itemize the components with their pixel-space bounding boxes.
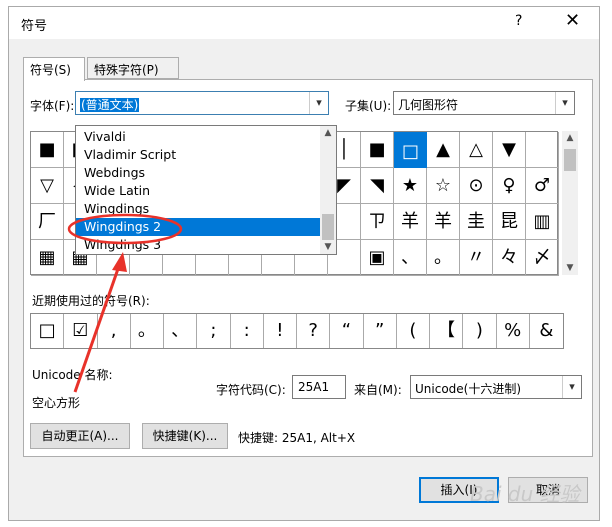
title-bar: 符号 ? ✕ xyxy=(9,7,599,39)
symbol-cell[interactable]: ▦ xyxy=(31,240,64,276)
shortcut-text: 快捷键: 25A1, Alt+X xyxy=(238,431,356,445)
font-option[interactable]: Webdings xyxy=(84,164,145,182)
symbol-cell[interactable]: 厂 xyxy=(31,204,64,240)
symbol-cell[interactable] xyxy=(526,132,559,168)
char-code-label: 字符代码(C): xyxy=(216,383,286,397)
recent-symbol[interactable]: ; xyxy=(197,314,231,348)
font-option[interactable]: Wingdings 3 xyxy=(84,236,161,254)
scroll-thumb[interactable] xyxy=(564,149,576,171)
symbol-cell[interactable]: 羊 xyxy=(394,204,427,240)
autocorrect-button[interactable]: 自动更正(A)... xyxy=(30,423,130,449)
help-button[interactable]: ? xyxy=(515,13,522,29)
subset-select[interactable]: 几何图形符 ▾ xyxy=(393,91,575,115)
scroll-thumb[interactable] xyxy=(322,214,334,240)
symbol-cell[interactable]: ☆ xyxy=(427,168,460,204)
shortcut-key-button[interactable]: 快捷键(K)... xyxy=(142,423,228,449)
recent-symbol[interactable]: 、 xyxy=(164,314,198,348)
symbol-cell[interactable]: 。 xyxy=(427,240,460,276)
recent-symbol[interactable]: ” xyxy=(364,314,397,348)
symbol-cell[interactable]: 、 xyxy=(394,240,427,276)
symbol-cell[interactable]: ▽ xyxy=(31,168,64,204)
recent-symbols-label: 近期使用过的符号(R): xyxy=(32,294,150,308)
symbol-cell[interactable]: ▲ xyxy=(427,132,460,168)
symbol-cell[interactable]: ♀ xyxy=(493,168,526,204)
dialog-title: 符号 xyxy=(21,19,48,34)
symbol-grid-scrollbar[interactable]: ▲ ▼ xyxy=(562,131,578,275)
from-select[interactable]: Unicode(十六进制) ▾ xyxy=(410,375,582,399)
recent-symbol[interactable]: ☑ xyxy=(64,314,98,348)
symbol-cell[interactable]: 羊 xyxy=(427,204,460,240)
char-code-input[interactable]: 25A1 xyxy=(292,375,346,399)
symbol-cell[interactable]: 圭 xyxy=(460,204,493,240)
font-option[interactable]: Wide Latin xyxy=(84,182,150,200)
recent-symbol[interactable]: □ xyxy=(31,314,65,348)
symbol-cell[interactable]: ■ xyxy=(31,132,64,168)
symbol-cell[interactable]: ▼ xyxy=(493,132,526,168)
tab-special-characters[interactable]: 特殊字符(P) xyxy=(87,57,179,79)
recent-symbol[interactable]: 【 xyxy=(430,314,464,348)
symbol-cell[interactable]: ♂ xyxy=(526,168,559,204)
recent-symbols: □ ☑,。、;:!? “”(【)% & xyxy=(30,313,564,349)
symbol-cell[interactable]: 々 xyxy=(493,240,526,276)
from-value: Unicode(十六进制) xyxy=(415,382,522,396)
symbol-cell[interactable]: △ xyxy=(460,132,493,168)
subset-label: 子集(U): xyxy=(345,99,392,113)
chevron-down-icon[interactable]: ▾ xyxy=(562,376,581,398)
chevron-down-icon[interactable]: ▾ xyxy=(555,92,574,114)
symbol-cell[interactable]: ■ xyxy=(361,132,394,168)
symbol-cell[interactable]: 昆 xyxy=(493,204,526,240)
font-value: (普通文本) xyxy=(80,98,140,112)
tab-symbols[interactable]: 符号(S) xyxy=(23,57,85,81)
recent-symbol[interactable]: 。 xyxy=(131,314,164,348)
symbol-cell[interactable]: ㄗ xyxy=(361,204,394,240)
symbol-cell[interactable]: ⊙ xyxy=(460,168,493,204)
recent-symbol[interactable]: : xyxy=(231,314,264,348)
font-option[interactable]: Wingdings 2 xyxy=(76,218,320,236)
font-select[interactable]: (普通文本) ▾ xyxy=(75,91,329,115)
recent-symbol[interactable]: % xyxy=(497,314,530,348)
unicode-name-value: 空心方形 xyxy=(32,396,81,410)
subset-value: 几何图形符 xyxy=(398,98,459,112)
scroll-up-icon[interactable]: ▲ xyxy=(562,131,578,145)
symbol-cell[interactable]: 〃 xyxy=(460,240,493,276)
chevron-down-icon[interactable]: ▾ xyxy=(309,92,328,114)
unicode-name-label: Unicode 名称: xyxy=(32,368,113,382)
scroll-down-icon[interactable]: ▼ xyxy=(320,240,336,254)
symbol-cell[interactable]: ▥ xyxy=(526,204,559,240)
scroll-down-icon[interactable]: ▼ xyxy=(562,261,578,275)
close-button[interactable]: ✕ xyxy=(565,10,580,31)
symbol-cell[interactable]: □ xyxy=(394,132,427,168)
symbol-cell[interactable]: 〆 xyxy=(526,240,559,276)
recent-symbol[interactable]: ! xyxy=(264,314,297,348)
font-option[interactable]: Vladimir Script xyxy=(84,146,176,164)
symbol-cell[interactable]: ★ xyxy=(394,168,427,204)
recent-symbol[interactable]: & xyxy=(530,314,563,348)
scroll-up-icon[interactable]: ▲ xyxy=(320,126,336,140)
symbol-cell[interactable]: ▣ xyxy=(361,240,394,276)
font-dropdown-list: ▲ ▼ Vivaldi Vladimir Script Webdings Wide L… xyxy=(75,125,337,255)
watermark: Bai du 经验 xyxy=(470,482,580,506)
font-option[interactable]: Vivaldi xyxy=(84,128,126,146)
recent-symbol[interactable]: ( xyxy=(397,314,430,348)
font-label: 字体(F): xyxy=(30,99,75,113)
from-label: 来自(M): xyxy=(354,383,402,397)
font-option[interactable]: Wingdings xyxy=(84,200,149,218)
symbol-cell[interactable]: ◥ xyxy=(361,168,394,204)
dropdown-scrollbar[interactable]: ▲ ▼ xyxy=(320,126,336,254)
recent-symbol[interactable]: “ xyxy=(330,314,364,348)
recent-symbol[interactable]: ? xyxy=(297,314,331,348)
recent-symbol[interactable]: ) xyxy=(463,314,497,348)
recent-symbol[interactable]: , xyxy=(98,314,131,348)
